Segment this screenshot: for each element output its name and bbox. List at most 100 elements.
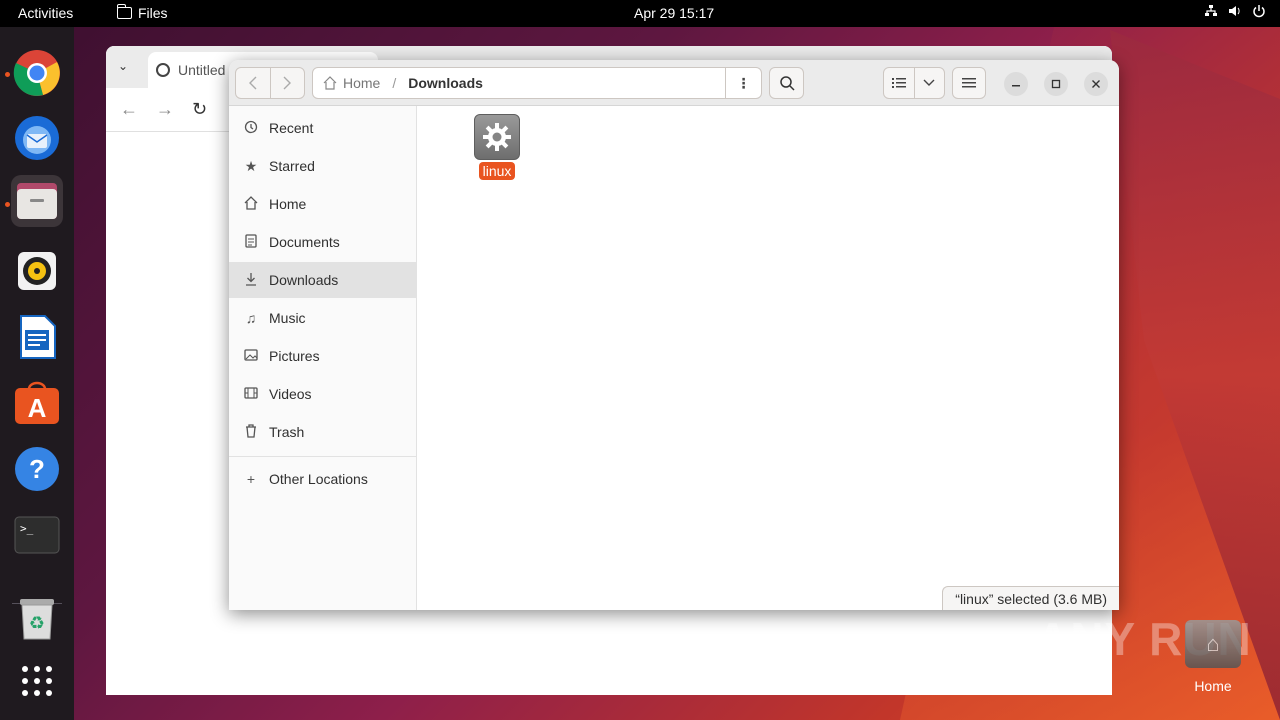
view-options-button[interactable] (913, 68, 944, 98)
sidebar-item-recent[interactable]: Recent (229, 110, 417, 146)
app-menu[interactable]: Files (116, 4, 168, 21)
libreoffice-writer-icon[interactable] (11, 311, 63, 363)
picture-icon (243, 348, 259, 364)
home-icon (243, 195, 259, 213)
sidebar-item-label: Home (269, 196, 307, 212)
back-button[interactable] (236, 68, 270, 98)
file-item[interactable]: linux (474, 114, 520, 180)
app-name: Files (138, 5, 168, 21)
svg-text:>_: >_ (20, 522, 34, 535)
terminal-icon[interactable]: >_ (11, 509, 63, 561)
minimize-button[interactable] (1004, 72, 1028, 96)
top-bar: Activities Files Apr 29 15:17 (0, 0, 1280, 27)
running-indicator (5, 72, 10, 77)
plus-icon: + (246, 471, 256, 487)
sidebar-item-label: Pictures (269, 348, 320, 364)
show-apps-icon[interactable] (11, 655, 63, 707)
globe-icon (156, 63, 170, 77)
dock: A ? >_ ♻ (0, 27, 74, 720)
thunderbird-icon[interactable] (11, 112, 63, 164)
svg-text:♻: ♻ (29, 613, 45, 634)
chevron-right-icon (283, 76, 292, 90)
browser-tab-title: Untitled (178, 62, 226, 78)
chevron-down-icon (923, 79, 935, 86)
sidebar-separator (229, 456, 417, 457)
forward-button[interactable] (269, 68, 304, 98)
clock-icon (243, 120, 259, 137)
back-arrow-icon[interactable]: ← (120, 99, 138, 120)
sidebar-item-label: Starred (269, 158, 315, 174)
sidebar-item-label: Trash (269, 424, 305, 440)
folder-icon (116, 4, 132, 19)
download-icon (243, 272, 259, 289)
close-button[interactable] (1084, 72, 1108, 96)
files-icon[interactable] (11, 175, 63, 227)
places-sidebar: Recent ★ Starred Home Documents Download… (229, 106, 417, 610)
sidebar-item-starred[interactable]: ★ Starred (229, 148, 417, 184)
list-icon (891, 78, 906, 88)
path-current[interactable]: Downloads (408, 75, 483, 91)
path-home-button[interactable]: Home (313, 75, 380, 91)
home-icon (323, 76, 337, 90)
svg-text:?: ? (29, 454, 45, 484)
trash-icon (243, 423, 259, 441)
reload-icon[interactable]: ↻ (192, 99, 207, 120)
activities-button[interactable]: Activities (18, 5, 73, 21)
sidebar-item-label: Videos (269, 386, 312, 402)
file-name: linux (478, 162, 516, 180)
sidebar-item-pictures[interactable]: Pictures (229, 338, 417, 374)
power-icon (1252, 4, 1266, 21)
sidebar-item-label: Downloads (269, 272, 339, 288)
search-icon (779, 76, 795, 91)
path-bar: Home / Downloads ⋮ (312, 67, 762, 99)
list-view-button[interactable] (884, 68, 914, 98)
sidebar-item-videos[interactable]: Videos (229, 376, 417, 412)
search-button[interactable] (769, 67, 804, 99)
sidebar-item-label: Other Locations (269, 471, 368, 487)
tab-list-dropdown-icon[interactable]: ⌄ (118, 59, 128, 73)
rhythmbox-icon[interactable] (11, 245, 63, 297)
path-menu-button[interactable]: ⋮ (725, 68, 761, 98)
maximize-icon (1051, 79, 1061, 89)
sidebar-item-label: Music (269, 310, 306, 326)
view-toggle (883, 67, 945, 99)
chevron-left-icon (248, 76, 257, 90)
document-icon (243, 233, 259, 251)
path-home-label: Home (343, 75, 381, 91)
maximize-button[interactable] (1044, 72, 1068, 96)
app-center-icon[interactable]: A (11, 377, 63, 429)
network-icon (1204, 4, 1218, 21)
sidebar-item-home[interactable]: Home (229, 186, 417, 222)
desktop-home-item[interactable]: ⌂ Home (1185, 620, 1241, 700)
executable-gear-icon (474, 114, 520, 160)
file-view[interactable]: linux “linux” selected (3.6 MB) (418, 106, 1119, 610)
minimize-icon (1012, 85, 1020, 87)
chrome-icon[interactable] (11, 47, 63, 99)
selection-status: “linux” selected (3.6 MB) (942, 586, 1119, 610)
main-menu-button[interactable] (952, 67, 986, 99)
sidebar-item-other-locations[interactable]: + Other Locations (229, 461, 417, 497)
trash-icon[interactable]: ♻ (11, 592, 63, 644)
navigation-buttons (235, 67, 305, 99)
desktop-home-label: Home (1194, 678, 1232, 694)
star-icon: ★ (244, 157, 258, 174)
running-indicator (5, 202, 10, 207)
sidebar-item-label: Documents (269, 234, 340, 250)
sidebar-item-label: Recent (269, 120, 314, 136)
clock[interactable]: Apr 29 15:17 (634, 5, 714, 21)
headerbar: Home / Downloads ⋮ (229, 60, 1119, 106)
sidebar-item-trash[interactable]: Trash (229, 414, 417, 450)
svg-text:A: A (28, 393, 47, 423)
files-window: Home / Downloads ⋮ Recent ★ Starred Home… (229, 60, 1119, 610)
system-tray[interactable] (1204, 4, 1266, 21)
sidebar-item-music[interactable]: ♫ Music (229, 300, 417, 336)
forward-arrow-icon[interactable]: → (156, 99, 174, 120)
volume-icon (1228, 4, 1242, 21)
music-icon: ♫ (245, 310, 257, 326)
sidebar-item-documents[interactable]: Documents (229, 224, 417, 260)
sidebar-item-downloads[interactable]: Downloads (229, 262, 417, 298)
hamburger-icon (962, 78, 976, 88)
help-icon[interactable]: ? (11, 443, 63, 495)
home-folder-icon: ⌂ (1185, 620, 1241, 668)
close-icon (1092, 80, 1100, 88)
